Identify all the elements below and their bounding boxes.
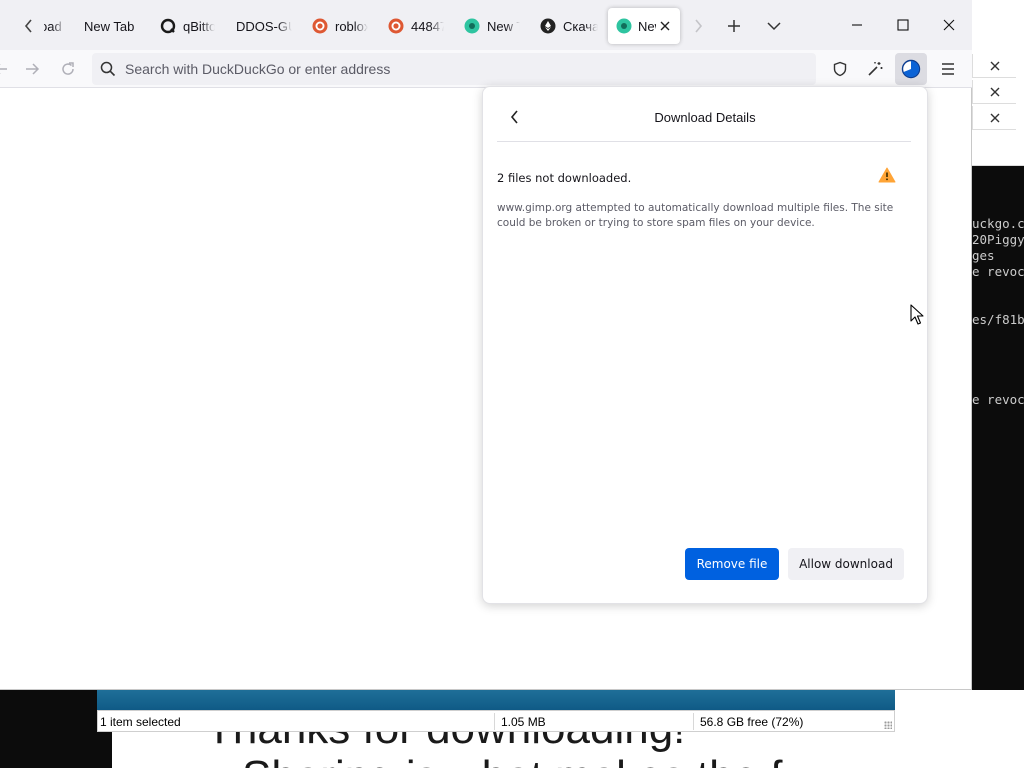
navigation-toolbar	[0, 50, 972, 88]
download-details-panel: Download Details 2 files not downloaded.…	[482, 86, 928, 604]
tab-bar: oad New Tab qBittorrent DDOS-GUARD roblo…	[0, 0, 972, 50]
terminal-line: e revoc	[972, 264, 1024, 279]
tab-fade	[278, 8, 292, 44]
search-icon	[100, 61, 116, 77]
explorer-window-edge	[97, 690, 895, 710]
tab-roblox[interactable]: roblox	[312, 8, 368, 44]
minimize-button[interactable]	[834, 0, 880, 50]
address-bar[interactable]	[92, 53, 816, 85]
chevron-right-icon	[695, 19, 703, 33]
panel-divider	[497, 141, 911, 142]
close-icon	[990, 61, 999, 70]
close-icon	[990, 113, 999, 122]
blocked-downloads-heading: 2 files not downloaded.	[497, 171, 632, 185]
reload-icon	[62, 62, 74, 75]
terminal-line: 20Piggy	[972, 232, 1024, 247]
tab-ddos-guard[interactable]: DDOS-GUARD	[236, 8, 292, 44]
extensions-button[interactable]	[859, 53, 891, 85]
ethereum-icon	[540, 18, 556, 34]
remove-file-button[interactable]: Remove file	[685, 548, 779, 580]
scroll-tabs-left-button[interactable]	[14, 11, 44, 41]
background-dark-area	[0, 690, 112, 768]
tab-fade	[354, 8, 368, 44]
status-selected-count: 1 item selected	[100, 715, 181, 729]
terminal-line: es/f81b	[972, 312, 1024, 327]
status-divider	[494, 713, 495, 730]
panel-title: Download Details	[483, 110, 927, 125]
reload-button[interactable]	[53, 53, 83, 85]
arrow-left-icon	[0, 64, 7, 74]
shield-icon	[833, 61, 847, 77]
tab-fade	[506, 8, 520, 44]
warning-icon	[878, 167, 896, 183]
hamburger-menu-icon	[942, 63, 954, 75]
background-page-subheading: Sharing is what makes the f	[242, 752, 782, 768]
back-button[interactable]	[0, 53, 16, 85]
tab-44847[interactable]: 44847	[388, 8, 444, 44]
maximize-button[interactable]	[880, 0, 926, 50]
close-tab-icon[interactable]	[660, 21, 670, 31]
plus-icon	[728, 20, 740, 32]
address-input[interactable]	[125, 61, 785, 77]
resize-grip[interactable]	[884, 721, 892, 729]
app-menu-button[interactable]	[932, 53, 964, 85]
blocked-downloads-message: www.gimp.org attempted to automatically …	[497, 202, 894, 229]
tab-new-tab-2[interactable]: New Tab	[464, 8, 520, 44]
qbittorrent-icon	[160, 18, 176, 34]
tab-label: New Tab	[638, 18, 656, 34]
chevron-down-icon	[767, 22, 781, 31]
minimize-icon	[852, 24, 862, 26]
status-divider	[693, 713, 694, 730]
tab-new-tab[interactable]: New Tab	[84, 8, 134, 44]
tab-fade	[430, 8, 444, 44]
tab-fade	[52, 8, 66, 44]
tab-new-tab-active[interactable]: New Tab	[608, 8, 680, 44]
new-tab-button[interactable]	[719, 11, 749, 41]
scroll-tabs-right-button[interactable]	[683, 11, 713, 41]
terminal-line: ges	[972, 248, 995, 263]
close-icon	[943, 19, 955, 31]
download-progress-icon	[901, 59, 921, 79]
tab-qbittorrent[interactable]: qBittorrent	[160, 8, 215, 44]
background-close-button-1[interactable]	[972, 54, 1016, 78]
tab-label: New Tab	[84, 18, 134, 34]
chevron-left-icon	[24, 19, 32, 33]
terminal-line: uckgo.c	[972, 216, 1024, 231]
terminal-line: e revoc	[972, 392, 1024, 407]
forward-button[interactable]	[17, 53, 47, 85]
tab-download-page[interactable]: Скачать	[540, 8, 598, 44]
duckduckgo-icon	[312, 18, 328, 34]
tab-fade	[201, 8, 215, 44]
new-tab-icon	[464, 18, 480, 34]
new-tab-icon	[616, 18, 632, 34]
magic-wand-icon	[868, 62, 883, 76]
background-terminal: uckgo.c 20Piggy ges e revoc es/f81b e re…	[972, 166, 1024, 648]
close-window-button[interactable]	[926, 0, 972, 50]
background-close-button-3[interactable]	[972, 106, 1016, 130]
mouse-cursor-icon	[910, 304, 924, 325]
duckduckgo-icon	[388, 18, 404, 34]
tracking-protection-button[interactable]	[824, 53, 856, 85]
close-icon	[990, 87, 999, 96]
status-file-size: 1.05 MB	[501, 715, 546, 729]
arrow-right-icon	[26, 63, 40, 75]
explorer-status-bar: 1 item selected 1.05 MB 56.8 GB free (72…	[97, 710, 895, 732]
browser-window: oad New Tab qBittorrent DDOS-GUARD roblo…	[0, 0, 972, 690]
maximize-icon	[897, 19, 909, 31]
tab-fade	[584, 8, 598, 44]
background-close-button-2[interactable]	[972, 80, 1016, 104]
downloads-button[interactable]	[895, 53, 927, 85]
panel-title-text: Download Details	[654, 110, 756, 125]
tab-downloads[interactable]: oad	[44, 8, 66, 44]
list-all-tabs-button[interactable]	[759, 11, 789, 41]
status-free-space: 56.8 GB free (72%)	[700, 715, 804, 729]
allow-download-button[interactable]: Allow download	[788, 548, 904, 580]
